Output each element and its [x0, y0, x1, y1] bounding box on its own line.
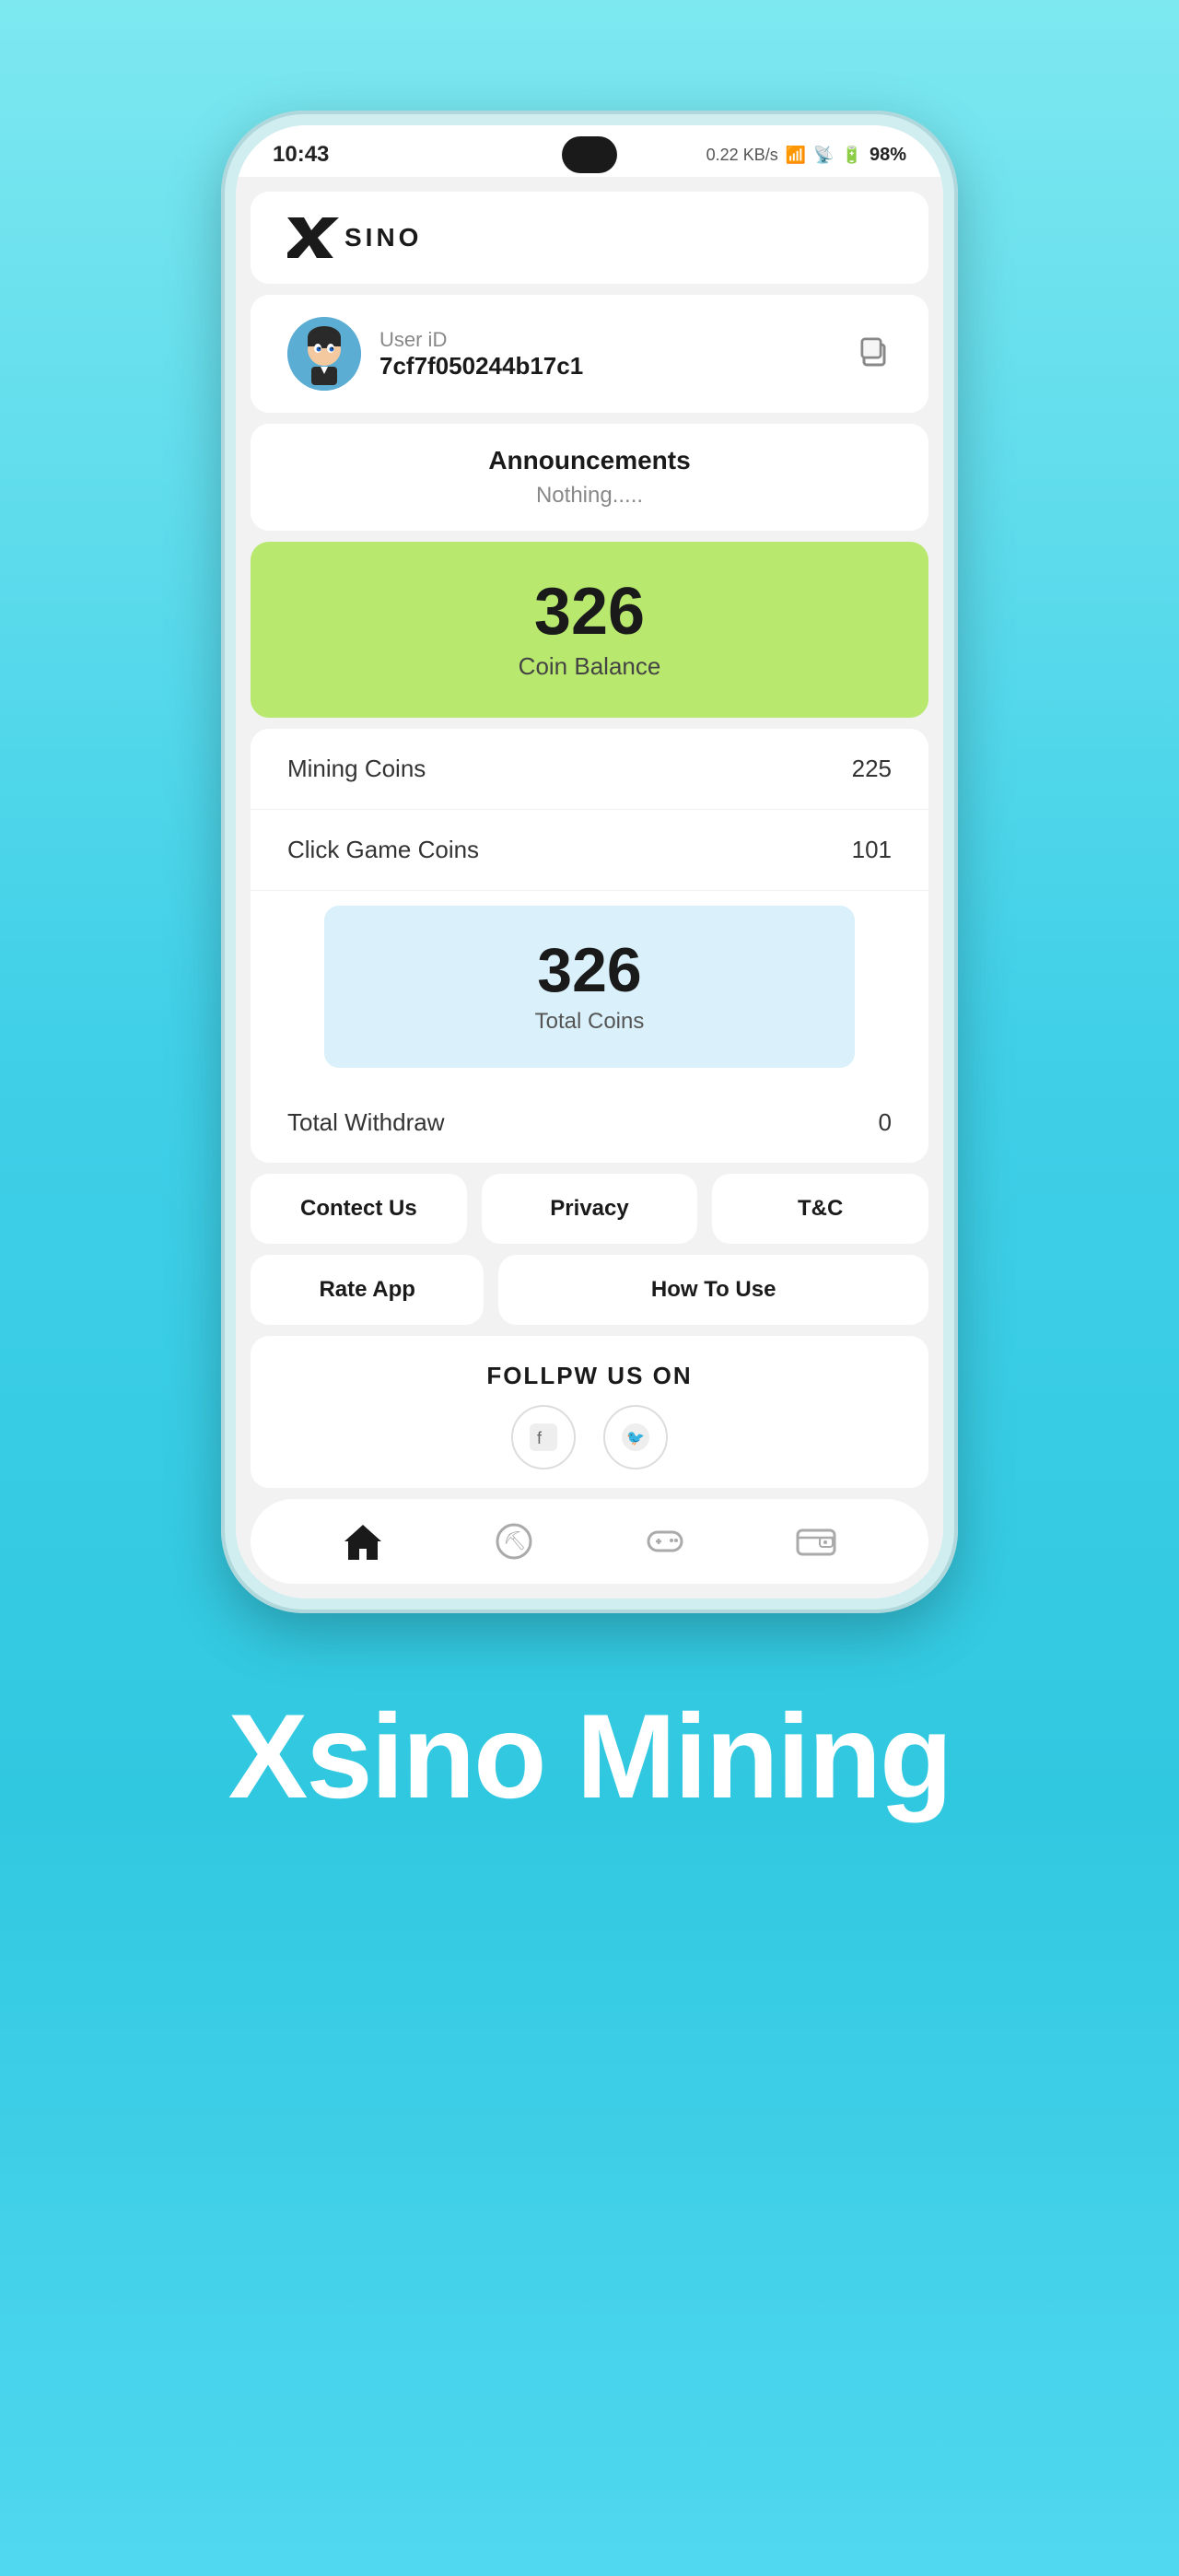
privacy-button[interactable]: Privacy — [482, 1174, 698, 1244]
avatar-illustration — [287, 317, 361, 391]
total-coins-card: 326 Total Coins — [324, 906, 855, 1068]
user-info: User iD 7cf7f050244b17c1 — [287, 317, 583, 391]
logo-container: SINO — [287, 217, 422, 258]
user-card: User iD 7cf7f050244b17c1 — [251, 295, 928, 413]
user-id-value: 7cf7f050244b17c1 — [379, 352, 583, 381]
nav-mining[interactable]: ⛏ — [490, 1517, 538, 1565]
app-header: SINO — [251, 192, 928, 284]
home-icon — [339, 1517, 387, 1565]
copy-icon — [855, 332, 892, 369]
mining-coins-label: Mining Coins — [287, 755, 426, 783]
battery-icon: 🔋 — [842, 146, 862, 165]
click-game-value: 101 — [852, 836, 892, 864]
logo-svg — [287, 217, 339, 258]
how-to-use-button[interactable]: How To Use — [498, 1255, 928, 1325]
phone-inner: 10:43 0.22 KB/s 📶 📡 🔋 98% SINO — [236, 125, 943, 1598]
total-withdraw-row: Total Withdraw 0 — [251, 1083, 928, 1163]
user-id-label: User iD — [379, 328, 583, 352]
coin-balance-number: 326 — [287, 579, 892, 645]
total-coins-label: Total Coins — [357, 1009, 822, 1035]
tandc-button[interactable]: T&C — [712, 1174, 928, 1244]
mining-icon: ⛏ — [490, 1517, 538, 1565]
user-details: User iD 7cf7f050244b17c1 — [379, 328, 583, 381]
network-speed: 0.22 KB/s — [706, 146, 778, 165]
status-time: 10:43 — [273, 142, 329, 168]
phone-wrapper: 10:43 0.22 KB/s 📶 📡 🔋 98% SINO — [221, 111, 958, 1613]
stats-card: Mining Coins 225 Click Game Coins 101 32… — [251, 729, 928, 1163]
total-withdraw-label: Total Withdraw — [287, 1108, 445, 1137]
social-icon-1[interactable]: f — [511, 1405, 576, 1469]
gamepad-icon — [641, 1517, 689, 1565]
total-withdraw-value: 0 — [879, 1108, 892, 1137]
click-game-row: Click Game Coins 101 — [251, 810, 928, 891]
status-icons: 0.22 KB/s 📶 📡 🔋 98% — [706, 145, 906, 166]
announcements-card: Announcements Nothing..... — [251, 424, 928, 531]
logo-text: SINO — [344, 223, 422, 252]
nav-home[interactable] — [339, 1517, 387, 1565]
brand-section: Xsino Mining — [228, 1687, 951, 1825]
battery-percent: 98% — [870, 145, 906, 166]
coin-balance-label: Coin Balance — [287, 652, 892, 681]
twitter-icon: 🐦 — [622, 1423, 649, 1451]
copy-button[interactable] — [855, 332, 892, 377]
follow-icons-row: f 🐦 — [287, 1405, 892, 1469]
total-coins-number: 326 — [357, 939, 822, 1001]
facebook-icon: f — [530, 1423, 557, 1451]
social-icon-2[interactable]: 🐦 — [603, 1405, 668, 1469]
follow-title: FOLLPW US ON — [287, 1362, 892, 1390]
action-buttons-row1: Contect Us Privacy T&C — [251, 1174, 928, 1244]
click-game-label: Click Game Coins — [287, 836, 479, 864]
follow-section: FOLLPW US ON f 🐦 — [251, 1336, 928, 1488]
bottom-nav: ⛏ — [251, 1499, 928, 1584]
wallet-icon — [792, 1517, 840, 1565]
announcements-message: Nothing..... — [287, 483, 892, 509]
action-buttons-row2: Rate App How To Use — [251, 1255, 928, 1325]
avatar — [287, 317, 361, 391]
mining-coins-value: 225 — [852, 755, 892, 783]
nav-wallet[interactable] — [792, 1517, 840, 1565]
signal-icon: 📡 — [813, 146, 834, 165]
mining-coins-row: Mining Coins 225 — [251, 729, 928, 810]
svg-text:⛏: ⛏ — [503, 1531, 526, 1551]
wifi-icon: 📶 — [786, 146, 806, 165]
nav-game[interactable] — [641, 1517, 689, 1565]
brand-title: Xsino Mining — [228, 1687, 951, 1825]
svg-text:🐦: 🐦 — [626, 1431, 645, 1446]
status-bar: 10:43 0.22 KB/s 📶 📡 🔋 98% — [236, 125, 943, 177]
app-content: SINO — [236, 192, 943, 1584]
coin-balance-card: 326 Coin Balance — [251, 542, 928, 718]
contact-us-button[interactable]: Contect Us — [251, 1174, 467, 1244]
announcements-title: Announcements — [287, 446, 892, 475]
rate-app-button[interactable]: Rate App — [251, 1255, 484, 1325]
status-notch — [562, 136, 617, 173]
